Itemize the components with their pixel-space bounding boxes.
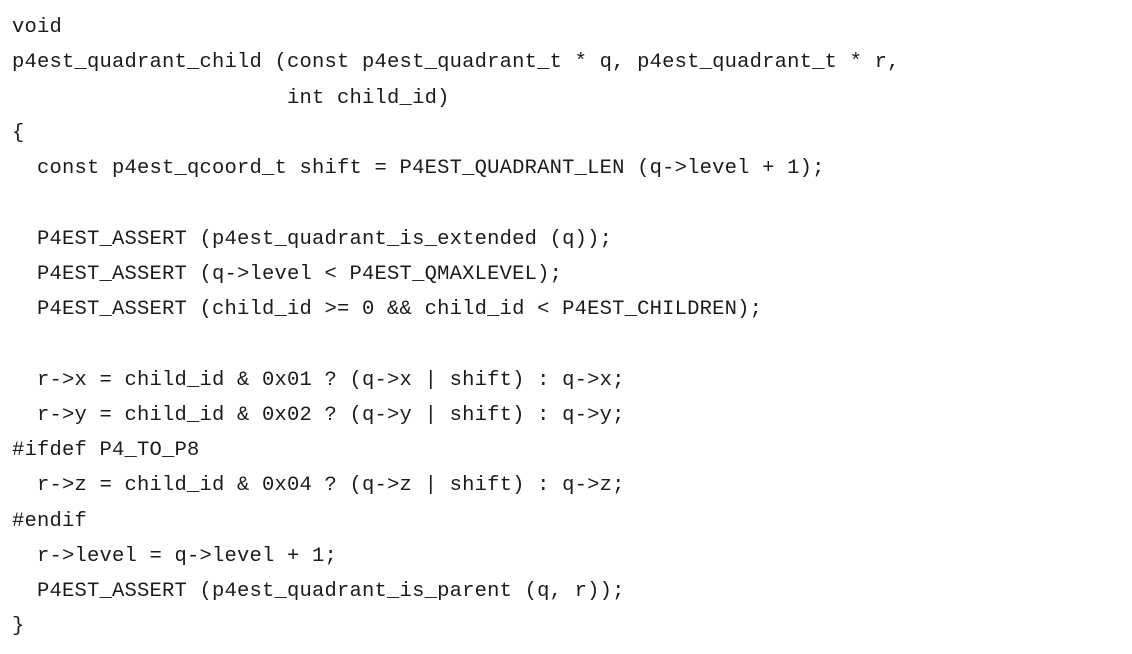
code-block: void p4est_quadrant_child (const p4est_q… xyxy=(0,0,1132,654)
